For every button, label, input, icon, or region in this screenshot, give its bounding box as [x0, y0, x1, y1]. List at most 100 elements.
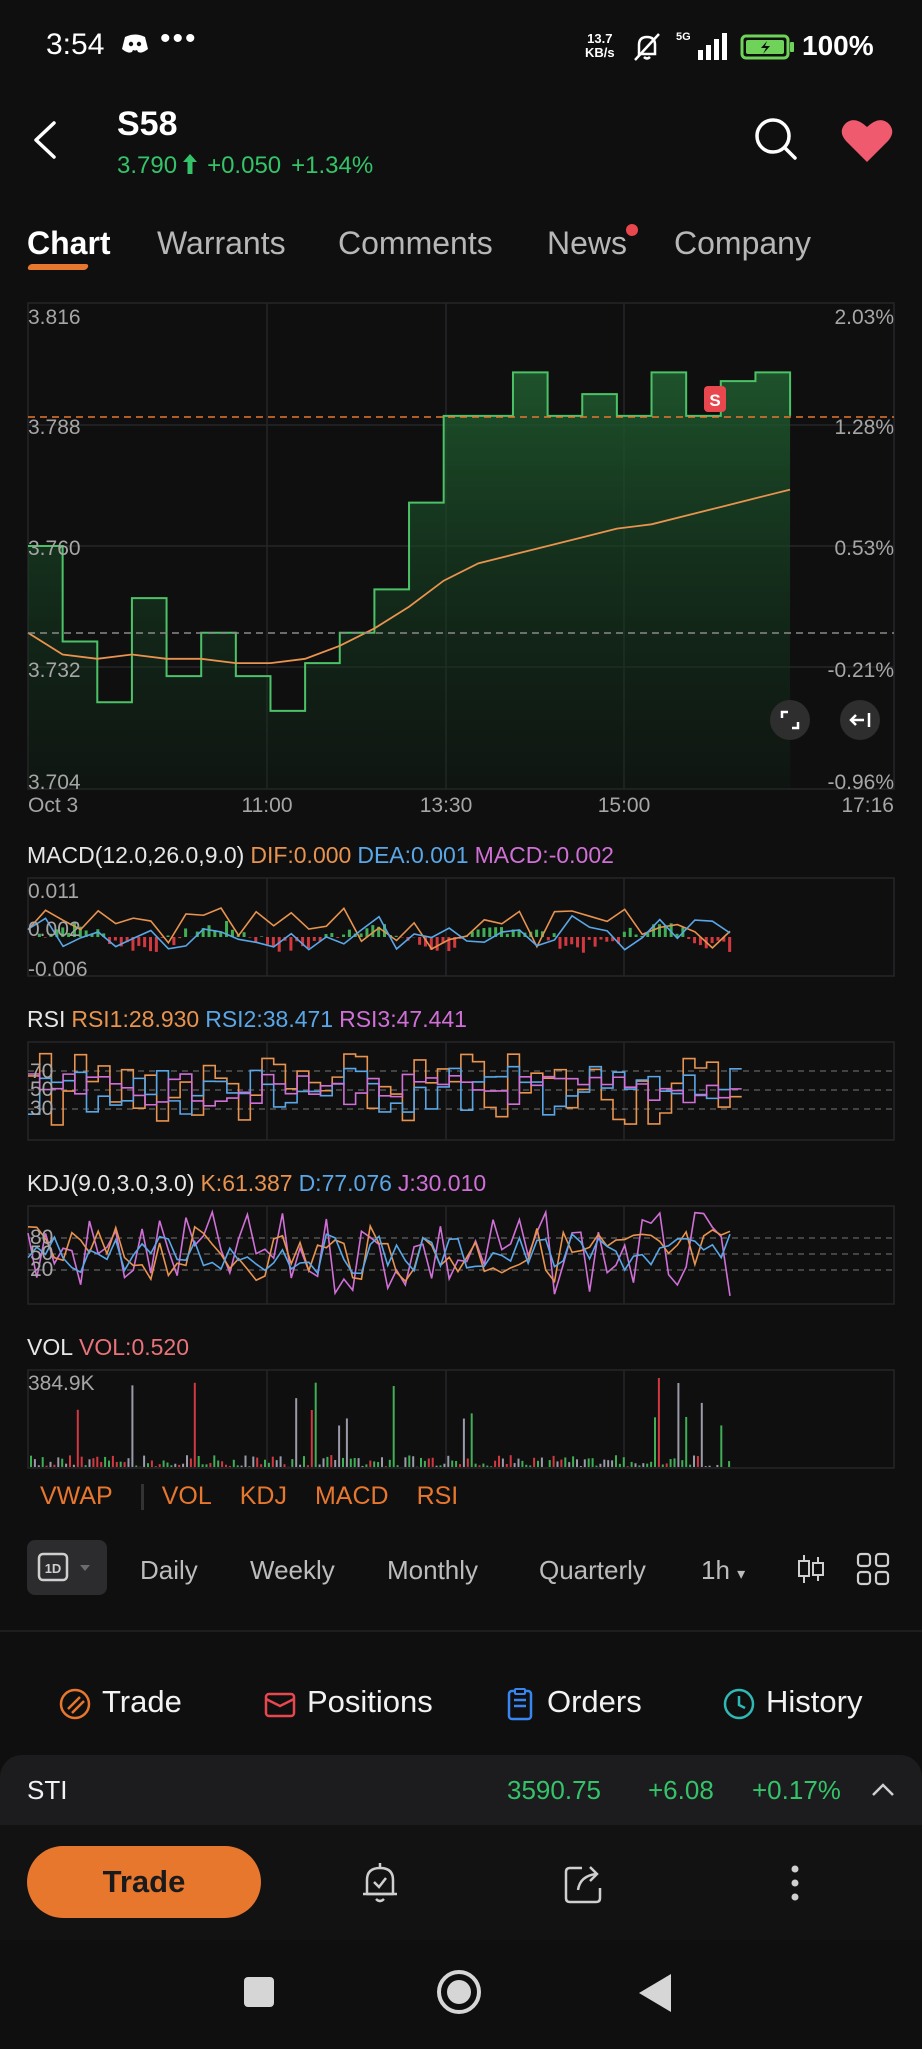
- macd-bar: [207, 925, 211, 937]
- volume-bar: [353, 1458, 356, 1467]
- chip-rsi[interactable]: RSI: [417, 1482, 459, 1510]
- kdj-k-value: K:61.387: [200, 1170, 293, 1196]
- period-daily[interactable]: Daily: [140, 1555, 198, 1586]
- macd-bar: [242, 932, 246, 937]
- period-weekly[interactable]: Weekly: [250, 1555, 335, 1586]
- macd-bar: [166, 935, 170, 937]
- volume-bar: [474, 1463, 477, 1467]
- volume-bar: [84, 1465, 87, 1467]
- sell-marker-label: S: [709, 391, 720, 410]
- volume-bar: [76, 1409, 79, 1467]
- vol-title: VOL: [27, 1334, 74, 1360]
- volume-bar: [221, 1461, 224, 1467]
- chip-vwap[interactable]: VWAP: [40, 1482, 113, 1510]
- macd-bar: [552, 933, 556, 937]
- macd-bar: [716, 937, 720, 941]
- pct-label: -0.21%: [827, 659, 894, 682]
- macd-bar: [312, 937, 316, 941]
- chip-macd[interactable]: MACD: [315, 1482, 389, 1510]
- macd-bar: [172, 937, 176, 946]
- volume-bar: [392, 1385, 395, 1467]
- volume-bar: [69, 1455, 71, 1467]
- volume-bar: [459, 1464, 461, 1467]
- volume-bar: [314, 1382, 317, 1467]
- volume-bar: [548, 1460, 551, 1467]
- period-quarterly[interactable]: Quarterly: [539, 1555, 646, 1586]
- volume-bar: [591, 1458, 594, 1467]
- trade-button[interactable]: Trade: [27, 1846, 261, 1918]
- volume-bar: [669, 1459, 672, 1467]
- action-history-label: History: [766, 1684, 863, 1719]
- macd-bar: [336, 937, 340, 938]
- volume-bar: [345, 1418, 348, 1467]
- chevron-up-icon[interactable]: [868, 1778, 898, 1802]
- action-trade[interactable]: Trade: [58, 1684, 182, 1721]
- chip-kdj[interactable]: KDJ: [240, 1482, 287, 1510]
- volume-bar: [451, 1460, 454, 1467]
- sell-marker[interactable]: S: [704, 386, 726, 412]
- action-positions[interactable]: Positions: [263, 1684, 433, 1721]
- volume-bar: [583, 1459, 586, 1467]
- volume-bar: [513, 1463, 516, 1467]
- volume-bar: [661, 1464, 664, 1467]
- kdj-d-value: D:77.076: [298, 1170, 392, 1196]
- volume-bar: [521, 1460, 524, 1467]
- action-positions-label: Positions: [307, 1684, 433, 1719]
- macd-bar: [570, 937, 574, 945]
- volume-bar: [174, 1463, 177, 1467]
- action-history[interactable]: History: [722, 1684, 862, 1721]
- macd-macd-value: MACD:-0.002: [474, 842, 614, 868]
- grid-layout-icon[interactable]: [856, 1552, 890, 1586]
- chevron-down-icon: ▾: [737, 1566, 746, 1583]
- volume-bar: [209, 1463, 212, 1467]
- price-chart-area[interactable]: S 3.816 3.788 3.760 3.732 3.704 2.03% 1.…: [0, 0, 922, 1480]
- chip-vol[interactable]: VOL: [162, 1482, 212, 1510]
- rsi1-value: RSI1:28.930: [71, 1006, 200, 1032]
- volume-bar: [447, 1455, 450, 1467]
- volume-bar: [33, 1459, 36, 1467]
- nav-back-button[interactable]: [635, 1972, 675, 2014]
- volume-bar: [283, 1464, 286, 1467]
- macd-bar: [593, 937, 597, 947]
- period-monthly[interactable]: Monthly: [387, 1555, 478, 1586]
- scroll-to-latest-button[interactable]: [840, 700, 880, 740]
- macd-bar: [488, 927, 492, 937]
- macd-bar: [178, 937, 182, 939]
- candlestick-icon[interactable]: [796, 1552, 826, 1586]
- period-1d-dropdown[interactable]: 1D: [27, 1540, 107, 1595]
- kdj-title: KDJ(9.0,3.0,3.0): [27, 1170, 195, 1196]
- macd-bar: [266, 937, 269, 945]
- volume-bar: [431, 1457, 434, 1467]
- home-button[interactable]: [434, 1967, 484, 2017]
- y-label: 3.704: [28, 771, 81, 794]
- macd-dif-value: DIF:0.000: [250, 842, 352, 868]
- volume-bar: [186, 1455, 188, 1467]
- share-icon[interactable]: [560, 1858, 610, 1908]
- action-orders[interactable]: Orders: [503, 1684, 642, 1721]
- macd-y-label: 0.011: [28, 880, 79, 903]
- fullscreen-button[interactable]: [770, 700, 810, 740]
- recents-button[interactable]: [244, 1977, 274, 2007]
- history-clock-icon: [723, 1688, 755, 1720]
- volume-bar: [240, 1465, 243, 1467]
- volume-bar: [361, 1465, 364, 1467]
- volume-bar: [595, 1465, 598, 1467]
- volume-bar: [41, 1457, 44, 1467]
- period-1h[interactable]: 1h ▾: [701, 1555, 745, 1586]
- macd-bar: [605, 937, 609, 942]
- more-options-icon[interactable]: [770, 1858, 820, 1908]
- volume-bar: [673, 1458, 676, 1467]
- indicator-chips: VWAP VOL KDJ MACD RSI: [40, 1482, 486, 1511]
- volume-bar: [342, 1457, 344, 1467]
- macd-bar: [581, 937, 585, 953]
- volume-bar: [396, 1465, 399, 1467]
- volume-bar: [373, 1461, 376, 1467]
- volume-bar: [111, 1455, 114, 1467]
- vol-value: VOL:0.520: [79, 1334, 189, 1360]
- volume-bar: [611, 1460, 614, 1467]
- volume-bar: [728, 1461, 731, 1467]
- macd-bar: [260, 936, 264, 937]
- volume-bar: [92, 1458, 95, 1467]
- macd-bar: [622, 931, 626, 937]
- price-alert-icon[interactable]: [355, 1858, 405, 1908]
